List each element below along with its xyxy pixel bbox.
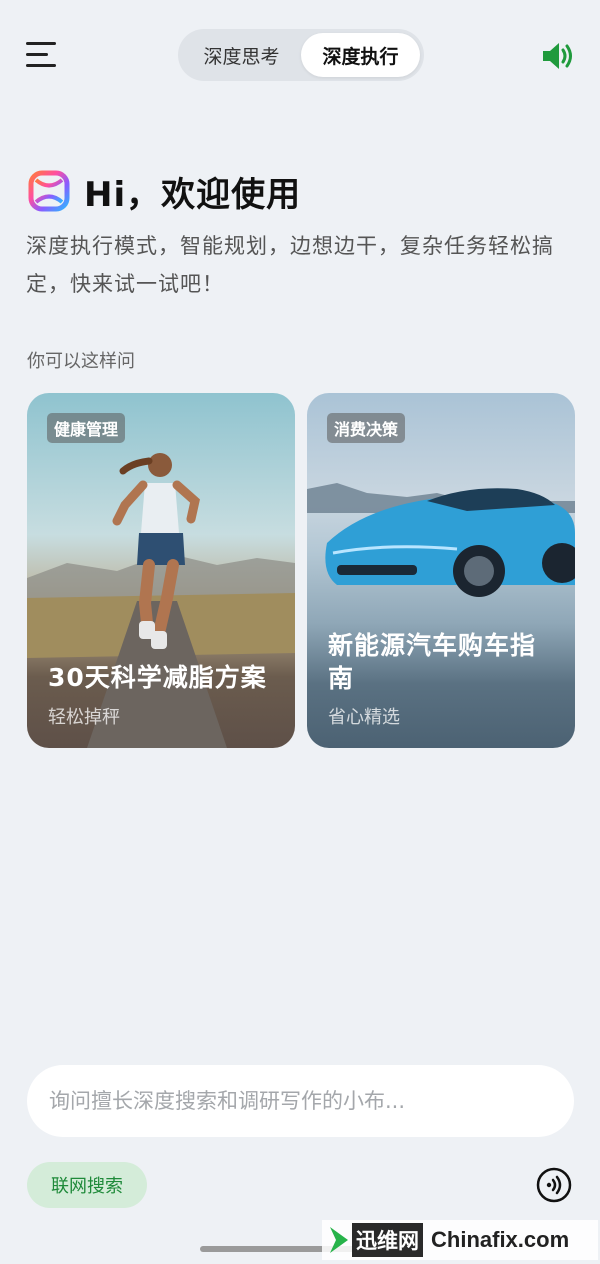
greeting-description: 深度执行模式，智能规划，边想边干，复杂任务轻松搞定，快来试一试吧！ [26,234,554,296]
speaker-icon[interactable] [538,36,578,76]
tab-deep-execution[interactable]: 深度执行 [301,33,420,77]
card-subtitle: 省心精选 [328,707,400,728]
runner-image [27,453,295,748]
card-subtitle: 轻松掉秤 [48,707,120,728]
suggestion-card-ev-guide[interactable]: 消费决策 新能源汽车购车指南 省心精选 [307,393,575,748]
greeting-section: Hi，欢迎使用 深度执行模式，智能规划，边想边干，复杂任务轻松搞定，快来试一试吧… [26,165,576,303]
chat-input[interactable] [27,1065,574,1137]
watermark-brand: 迅维网 [352,1223,423,1257]
card-tag: 健康管理 [47,413,126,443]
hamburger-menu-icon[interactable] [26,38,60,72]
card-title: 30天科学减脂方案 [48,663,267,692]
mode-switch: 深度思考 深度执行 [178,29,424,81]
watermark: 迅维网 Chinafix.com [322,1220,598,1260]
card-tag: 消费决策 [327,413,406,443]
watermark-site: Chinafix.com [431,1227,570,1252]
card-title: 新能源汽车购车指南 [328,631,537,693]
tab-deep-thinking[interactable]: 深度思考 [182,33,301,77]
greeting-title: Hi，欢迎使用 [84,174,302,215]
web-search-toggle[interactable]: 联网搜索 [27,1162,147,1208]
top-bar: 深度思考 深度执行 [0,0,600,110]
app-logo-icon [26,168,72,214]
suggestion-card-fat-loss[interactable]: 健康管理 30天科学减脂方案 轻松掉秤 [27,393,295,748]
suggestions-label: 你可以这样问 [27,351,135,372]
watermark-arrow-icon [328,1223,350,1257]
voice-wave-icon[interactable] [535,1166,573,1204]
